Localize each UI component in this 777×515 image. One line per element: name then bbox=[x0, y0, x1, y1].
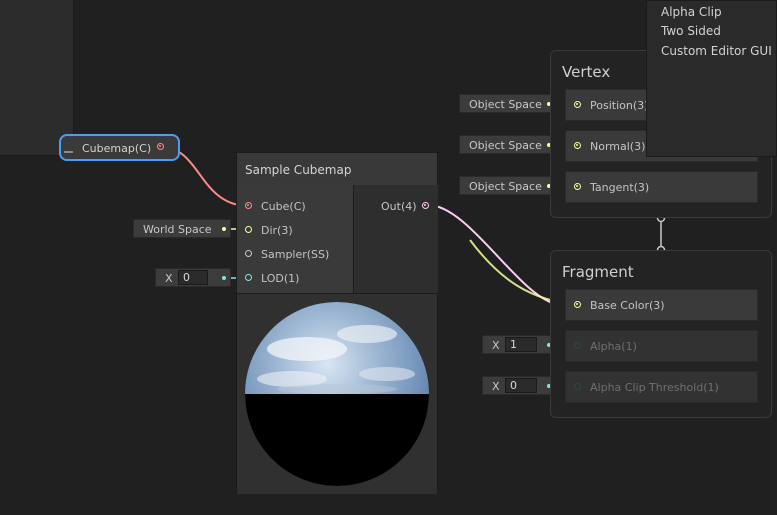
menu-item-custom-editor-gui[interactable]: Custom Editor GUI bbox=[661, 44, 772, 58]
alpha-value-field[interactable]: 1 bbox=[505, 337, 537, 352]
lod-value-field[interactable]: 0 bbox=[178, 270, 208, 285]
block-label: Tangent(3) bbox=[590, 181, 650, 194]
vector3-port-icon[interactable] bbox=[574, 142, 581, 149]
collapse-icon bbox=[64, 151, 73, 153]
normal-inline-input[interactable]: Object Space bbox=[459, 135, 555, 154]
input-port-cube[interactable]: Cube(C) bbox=[245, 199, 353, 215]
menu-item-alpha-clip[interactable]: Alpha Clip bbox=[661, 5, 722, 19]
node-outputs: Out(4) bbox=[353, 185, 438, 293]
vector1-port-icon[interactable] bbox=[574, 342, 581, 349]
node-inputs: Cube(C) Dir(3) Sampler(SS) LOD(1) bbox=[237, 185, 353, 293]
alpha-inline-input[interactable]: X 1 bbox=[482, 335, 555, 354]
alpha-clip-value-field[interactable]: 0 bbox=[505, 378, 537, 393]
block-alpha-clip-threshold[interactable]: Alpha Clip Threshold(1) bbox=[565, 371, 758, 403]
sample-cubemap-node[interactable]: Sample Cubemap Cube(C) Dir(3) Sampler(SS… bbox=[236, 152, 438, 494]
input-label: Sampler(SS) bbox=[261, 248, 330, 261]
lod-inline-input[interactable]: X 0 bbox=[155, 268, 231, 287]
block-tangent[interactable]: Tangent(3) bbox=[565, 171, 758, 203]
vertex-stack-title: Vertex bbox=[562, 63, 611, 81]
sampler-port-icon[interactable] bbox=[245, 250, 252, 257]
cubemap-preview-sphere bbox=[245, 302, 429, 486]
block-label: Base Color(3) bbox=[590, 299, 665, 312]
block-label: Alpha Clip Threshold(1) bbox=[590, 381, 719, 394]
vector3-port-icon[interactable] bbox=[574, 183, 581, 190]
vector3-port-icon[interactable] bbox=[574, 101, 581, 108]
input-label: LOD(1) bbox=[261, 272, 300, 285]
input-port-dir[interactable]: Dir(3) bbox=[245, 223, 353, 239]
edge-out-to-basecolor-a bbox=[427, 204, 561, 306]
alpha-clip-inline-input[interactable]: X 0 bbox=[482, 376, 555, 395]
output-label: Out(4) bbox=[381, 200, 417, 213]
node-title: Sample Cubemap bbox=[245, 163, 352, 177]
vector3-port-icon[interactable] bbox=[574, 301, 581, 308]
block-base-color[interactable]: Base Color(3) bbox=[565, 289, 758, 321]
block-label: Normal(3) bbox=[590, 140, 646, 153]
position-inline-value: Object Space bbox=[469, 98, 542, 111]
vector1-port-icon[interactable] bbox=[245, 274, 252, 281]
alpha-clip-axis-label: X bbox=[492, 380, 500, 393]
tangent-inline-input[interactable]: Object Space bbox=[459, 176, 555, 195]
vector4-port-icon[interactable] bbox=[422, 202, 429, 209]
dir-inline-input[interactable]: World Space bbox=[133, 219, 231, 238]
input-port-lod[interactable]: LOD(1) bbox=[245, 271, 353, 287]
input-port-sampler[interactable]: Sampler(SS) bbox=[245, 247, 353, 263]
block-alpha[interactable]: Alpha(1) bbox=[565, 330, 758, 362]
node-preview bbox=[237, 293, 437, 494]
output-port-out[interactable]: Out(4) bbox=[354, 199, 438, 215]
texture-port-icon[interactable] bbox=[157, 143, 164, 150]
vector1-port-icon[interactable] bbox=[574, 383, 581, 390]
lod-inline-port-icon bbox=[222, 276, 226, 280]
block-label: Position(3) bbox=[590, 99, 649, 112]
normal-inline-value: Object Space bbox=[469, 139, 542, 152]
texture-port-icon[interactable] bbox=[245, 202, 252, 209]
input-label: Dir(3) bbox=[261, 224, 293, 237]
dir-inline-port-icon bbox=[222, 227, 226, 231]
menu-item-two-sided[interactable]: Two Sided bbox=[661, 24, 721, 38]
fragment-stack[interactable]: Fragment Base Color(3) Alpha(1) Alpha Cl… bbox=[550, 250, 772, 418]
vector3-port-icon[interactable] bbox=[245, 226, 252, 233]
input-label: Cube(C) bbox=[261, 200, 306, 213]
alpha-axis-label: X bbox=[492, 339, 500, 352]
node-title-bar[interactable]: Sample Cubemap bbox=[237, 153, 437, 186]
graph-settings-menu: Alpha Clip Two Sided Custom Editor GUI bbox=[646, 0, 777, 157]
property-node-label: Cubemap(C) bbox=[82, 142, 152, 155]
dir-inline-value: World Space bbox=[143, 223, 212, 236]
fragment-stack-title: Fragment bbox=[562, 263, 634, 281]
position-inline-input[interactable]: Object Space bbox=[459, 94, 555, 113]
block-label: Alpha(1) bbox=[590, 340, 637, 353]
tangent-inline-value: Object Space bbox=[469, 180, 542, 193]
lod-axis-label: X bbox=[165, 272, 173, 285]
cubemap-property-node[interactable]: Cubemap(C) bbox=[59, 134, 180, 161]
